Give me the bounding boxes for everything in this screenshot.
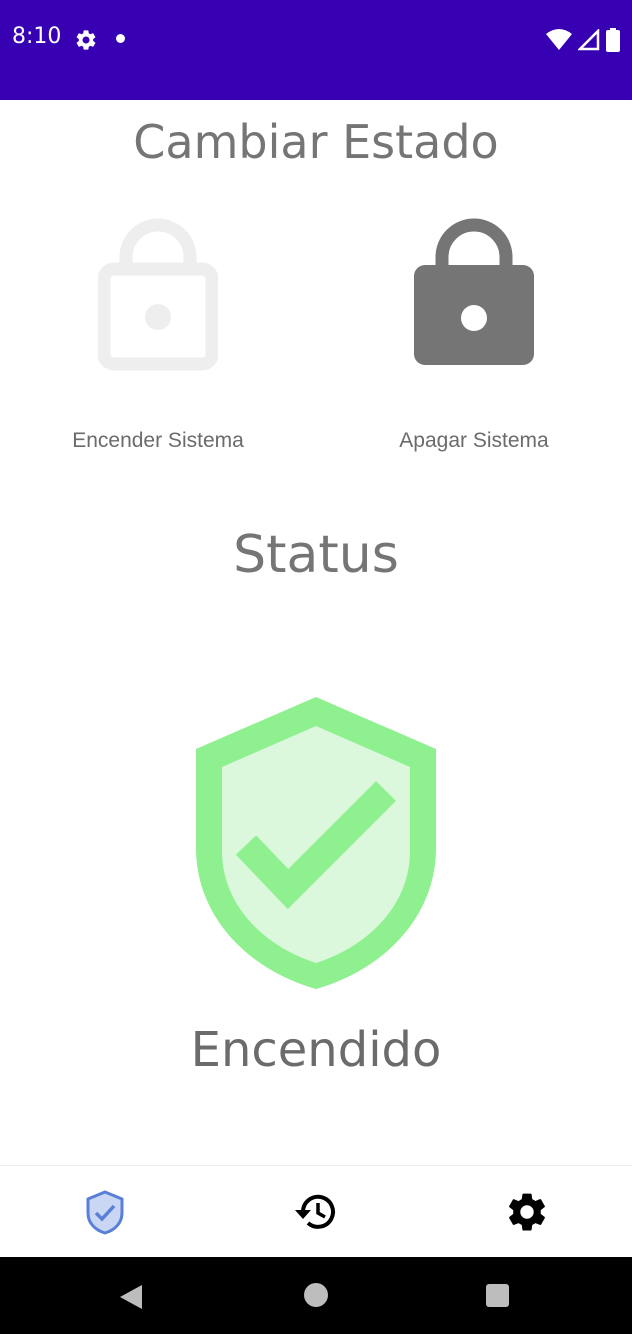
- turn-on-button[interactable]: Encender Sistema: [38, 215, 278, 475]
- wifi-icon: [546, 29, 572, 50]
- battery-icon: [606, 28, 620, 52]
- turn-off-button[interactable]: Apagar Sistema: [354, 215, 594, 475]
- nav-history[interactable]: [211, 1166, 422, 1257]
- nav-settings[interactable]: [421, 1166, 632, 1257]
- control-title: Cambiar Estado: [133, 115, 499, 169]
- settings-icon: [76, 30, 96, 50]
- nav-status[interactable]: [0, 1166, 211, 1257]
- turn-on-label: Encender Sistema: [72, 429, 244, 452]
- back-icon[interactable]: [118, 1283, 146, 1311]
- status-time: 8:10: [12, 24, 62, 49]
- status-value: Encendido: [190, 1022, 442, 1078]
- status-icons: [546, 26, 620, 54]
- recents-icon[interactable]: [486, 1284, 509, 1307]
- shield-check-icon: [86, 1189, 124, 1235]
- notification-dot-icon: [116, 34, 125, 43]
- signal-icon: [578, 29, 600, 51]
- gear-icon: [508, 1193, 545, 1231]
- status-title: Status: [233, 525, 399, 585]
- bottom-nav: [0, 1165, 632, 1257]
- shield-check-icon: [196, 697, 436, 989]
- home-icon[interactable]: [304, 1283, 328, 1307]
- turn-off-label: Apagar Sistema: [399, 429, 549, 452]
- lock-closed-icon: [414, 218, 534, 365]
- lock-open-icon: [98, 218, 218, 371]
- history-icon: [295, 1194, 335, 1229]
- status-bar: 8:10: [0, 0, 632, 100]
- system-nav-bar: [0, 1257, 632, 1334]
